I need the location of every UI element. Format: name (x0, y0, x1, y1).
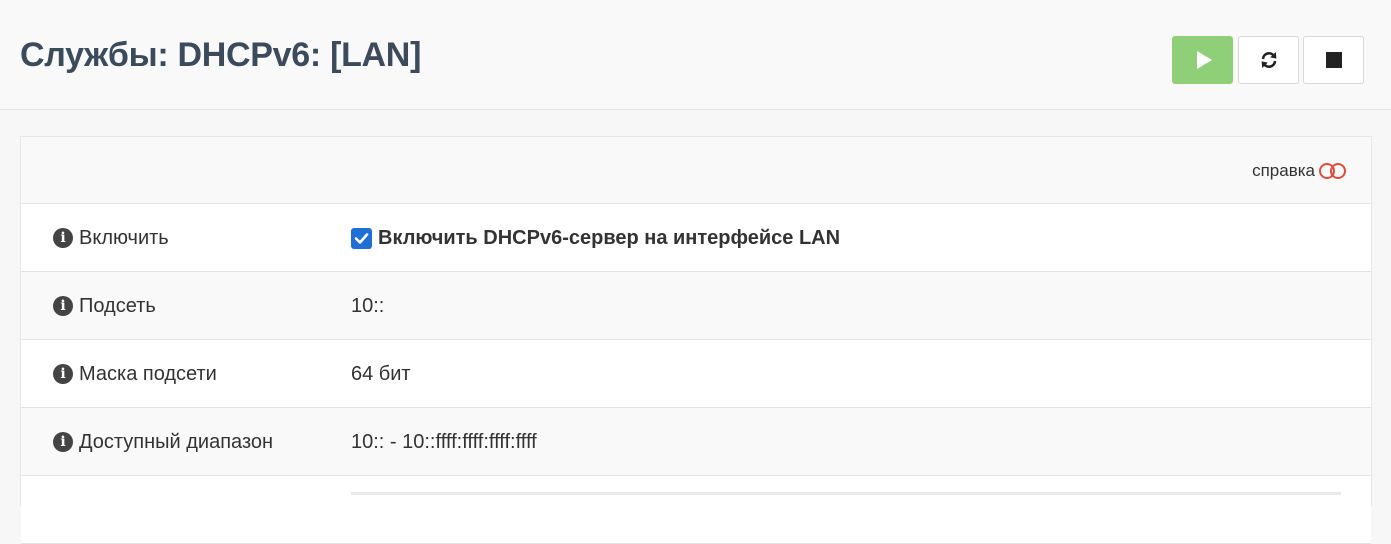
row-label: Включить (79, 226, 169, 249)
row-available-range: i Доступный диапазон 10:: - 10::ffff:fff… (21, 408, 1371, 476)
panel-header: справка (21, 137, 1371, 204)
help-label: справка (1252, 161, 1315, 180)
restart-service-button[interactable] (1238, 36, 1299, 84)
subnet-mask-value: 64 бит (351, 362, 411, 385)
available-range-value: 10:: - 10::ffff:ffff:ffff:ffff (351, 430, 537, 453)
row-label: Доступный диапазон (79, 430, 274, 453)
subnet-value: 10:: (351, 294, 385, 317)
start-service-button[interactable] (1172, 36, 1233, 84)
info-icon[interactable]: i (53, 228, 73, 248)
row-label: Подсеть (79, 294, 156, 317)
stop-icon (1325, 52, 1342, 68)
info-icon[interactable]: i (53, 364, 73, 384)
row-next (21, 476, 1371, 544)
help-toggle[interactable]: справка (1252, 161, 1347, 181)
play-icon (1197, 51, 1212, 69)
page-header: Службы: DHCPv6: [LAN] (0, 0, 1391, 110)
enable-checkbox-label[interactable]: Включить DHCPv6-сервер на интерфейсе LAN (378, 227, 840, 250)
toggle-off-icon (1319, 163, 1347, 179)
page-title: Службы: DHCPv6: [LAN] (20, 36, 422, 74)
row-enable: i Включить Включить DHCPv6-сервер на инт… (21, 204, 1371, 272)
stop-service-button[interactable] (1303, 36, 1364, 84)
row-subnet-mask: i Маска подсети 64 бит (21, 340, 1371, 408)
row-subnet: i Подсеть 10:: (21, 272, 1371, 340)
check-icon (354, 232, 369, 244)
info-icon[interactable]: i (53, 432, 73, 452)
info-icon[interactable]: i (53, 296, 73, 316)
settings-panel: справка i Включить Включить DHCPv6-серве… (20, 136, 1372, 544)
row-label: Маска подсети (79, 362, 217, 385)
enable-checkbox[interactable] (351, 227, 372, 249)
refresh-icon (1261, 52, 1276, 68)
